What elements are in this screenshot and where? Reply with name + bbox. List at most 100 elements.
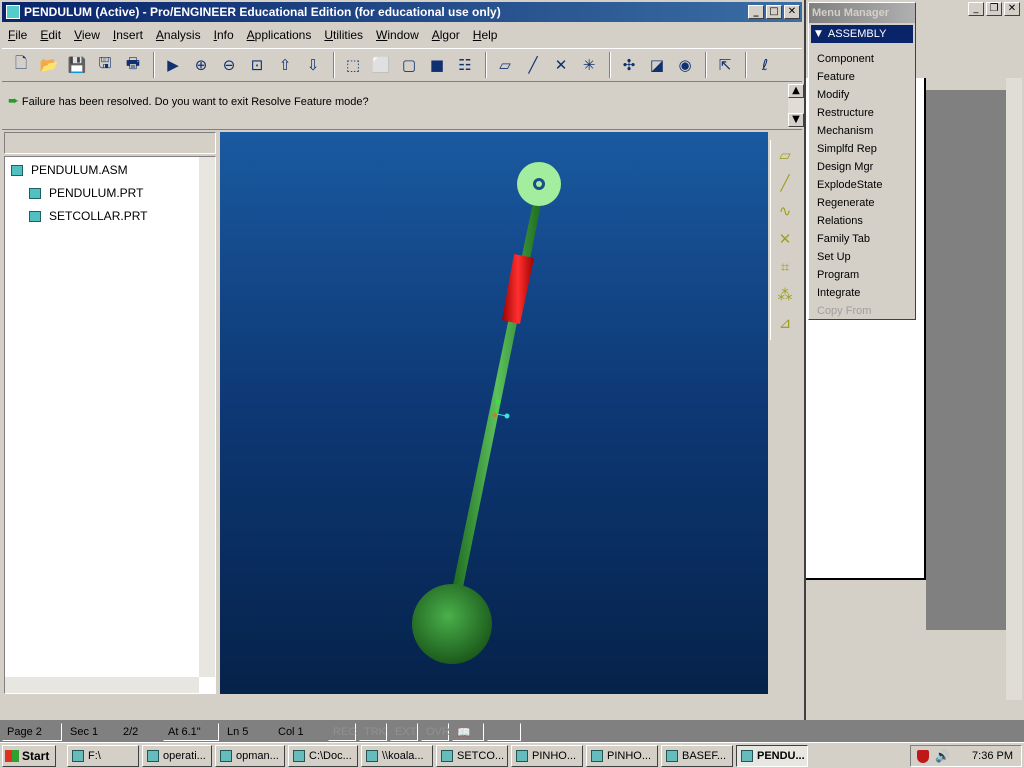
status-ovr[interactable]: OVR	[421, 723, 450, 741]
menu-manager-item-explodestate[interactable]: ExplodeState	[817, 176, 915, 194]
tree-item-pendulum-prt[interactable]: PENDULUM.PRT	[29, 186, 143, 200]
menu-manager-item-program[interactable]: Program	[817, 266, 915, 284]
main-toolbar: 🗋 📂 💾 🖫 🖶 ▶ ⊕ ⊖ ⊡ ⇧ ⇩ ⬚ ⬜ ▢ ■ ☷ ▱ ╱ ✕ ✳ ✣ ◪ ◉ ⇱ ℓ	[2, 48, 802, 82]
menu-view[interactable]: View	[74, 28, 100, 42]
set-collar[interactable]	[502, 254, 534, 324]
menu-file[interactable]: File	[8, 28, 27, 42]
menu-help[interactable]: Help	[473, 28, 498, 42]
menu-manager-item-mechanism[interactable]: Mechanism	[817, 122, 915, 140]
open-icon[interactable]: 📂	[36, 52, 62, 78]
taskbar-button[interactable]: \\koala...	[361, 744, 433, 767]
menu-manager-item-feature[interactable]: Feature	[817, 68, 915, 86]
no-hidden-icon[interactable]: ▢	[396, 52, 422, 78]
menu-manager-item-design-mgr[interactable]: Design Mgr	[817, 158, 915, 176]
menu-utilities[interactable]: Utilities	[324, 28, 363, 42]
pro-e-logo-icon[interactable]: ℓ	[752, 52, 778, 78]
menu-manager-item-component[interactable]: Component	[817, 50, 915, 68]
menu-manager-title[interactable]: Menu Manager	[809, 3, 915, 23]
menu-insert[interactable]: Insert	[113, 28, 143, 42]
zoom-in-icon[interactable]: ⊕	[188, 52, 214, 78]
speaker-icon[interactable]: 🔊	[935, 749, 950, 763]
taskbar-button[interactable]: PINHO...	[511, 744, 583, 767]
datum-point-icon[interactable]: ✕	[548, 52, 574, 78]
system-tray: 🔊 7:36 PM	[910, 745, 1022, 767]
status-rec[interactable]: REC	[328, 723, 356, 741]
pendulum-bob[interactable]	[412, 584, 492, 664]
maximize-button[interactable]: □	[766, 5, 782, 19]
save-copy-icon[interactable]: 🖫	[92, 52, 118, 78]
taskbar-button[interactable]: operati...	[142, 744, 212, 767]
menu-manager-item-set-up[interactable]: Set Up	[817, 248, 915, 266]
menu-manager-header[interactable]: ▼ ASSEMBLY	[811, 25, 913, 43]
start-button[interactable]: Start	[2, 744, 56, 767]
menu-manager-item-modify[interactable]: Modify	[817, 86, 915, 104]
background-horizontal-scrollbar[interactable]	[806, 702, 1006, 718]
menu-manager-item-restructure[interactable]: Restructure	[817, 104, 915, 122]
csys-icon[interactable]: ✳	[576, 52, 602, 78]
menu-manager-item-regenerate[interactable]: Regenerate	[817, 194, 915, 212]
datum-csys-icon[interactable]: ⊿	[772, 310, 798, 336]
menu-manager-item-relations[interactable]: Relations	[817, 212, 915, 230]
datum-point-icon[interactable]: ✕	[772, 226, 798, 252]
spin-center-icon[interactable]: ✣	[616, 52, 642, 78]
hidden-line-icon[interactable]: ⬜	[368, 52, 394, 78]
message-scrollbar[interactable]: ▲ ▼	[788, 84, 804, 128]
wireframe-icon[interactable]: ⬚	[340, 52, 366, 78]
menu-applications[interactable]: Applications	[247, 28, 312, 42]
datum-plane-icon[interactable]: ▱	[772, 142, 798, 168]
background-vertical-scrollbar[interactable]	[1006, 78, 1022, 700]
scroll-down-button[interactable]: ▼	[788, 113, 804, 127]
taskbar-button[interactable]: PENDU...	[736, 744, 808, 767]
menu-info[interactable]: Info	[214, 28, 234, 42]
datum-coord-icon[interactable]: ⌗	[772, 254, 798, 280]
minimize-button[interactable]: _	[748, 5, 764, 19]
model-tree-header	[4, 132, 216, 154]
datum-axis-icon[interactable]: ╱	[772, 170, 798, 196]
taskbar-button[interactable]: F:\	[67, 744, 139, 767]
taskbar-button[interactable]: SETCO...	[436, 744, 508, 767]
antivirus-shield-icon[interactable]	[917, 750, 929, 763]
saved-views-icon[interactable]: ⇩	[300, 52, 326, 78]
layer-icon[interactable]: ◪	[644, 52, 670, 78]
save-icon[interactable]: 💾	[64, 52, 90, 78]
spelling-book-icon[interactable]: 📖	[452, 723, 484, 741]
title-bar[interactable]: PENDULUM (Active) - Pro/ENGINEER Educati…	[2, 2, 802, 22]
menu-manager-item-integrate[interactable]: Integrate	[817, 284, 915, 302]
tree-item-pendulum-asm[interactable]: PENDULUM.ASM	[11, 163, 128, 177]
menu-manager-item-family-tab[interactable]: Family Tab	[817, 230, 915, 248]
repaint-icon[interactable]: ▶	[160, 52, 186, 78]
orient-icon[interactable]: ⇧	[272, 52, 298, 78]
datum-plane-icon[interactable]: ▱	[492, 52, 518, 78]
refit-icon[interactable]: ⊡	[244, 52, 270, 78]
shading-icon[interactable]: ■	[424, 52, 450, 78]
zoom-out-icon[interactable]: ⊖	[216, 52, 242, 78]
bg-close-button[interactable]: ✕	[1004, 2, 1020, 16]
graphics-viewport[interactable]	[220, 132, 768, 694]
model-display-icon[interactable]: ◉	[672, 52, 698, 78]
menu-window[interactable]: Window	[376, 28, 419, 42]
print-icon[interactable]: 🖶	[120, 52, 146, 78]
menu-manager-item-simplfd-rep[interactable]: Simplfd Rep	[817, 140, 915, 158]
bg-minimize-button[interactable]: _	[968, 2, 984, 16]
datum-axis-icon[interactable]: ╱	[520, 52, 546, 78]
model-tree-icon[interactable]: ☷	[452, 52, 478, 78]
datum-analysis-icon[interactable]: ⁂	[772, 282, 798, 308]
close-button[interactable]: ✕	[784, 5, 800, 19]
tree-vertical-scrollbar[interactable]	[199, 157, 215, 677]
bg-restore-button[interactable]: ❐	[986, 2, 1002, 16]
taskbar-button[interactable]: BASEF...	[661, 744, 733, 767]
tree-item-setcollar-prt[interactable]: SETCOLLAR.PRT	[29, 209, 147, 223]
new-icon[interactable]: 🗋	[8, 52, 34, 78]
datum-curve-icon[interactable]: ∿	[772, 198, 798, 224]
menu-algor[interactable]: Algor	[432, 28, 460, 42]
menu-analysis[interactable]: Analysis	[156, 28, 201, 42]
tree-horizontal-scrollbar[interactable]	[5, 677, 199, 693]
context-help-icon[interactable]: ⇱	[712, 52, 738, 78]
status-ext[interactable]: EXT	[390, 723, 418, 741]
scroll-up-button[interactable]: ▲	[788, 84, 804, 98]
menu-edit[interactable]: Edit	[40, 28, 61, 42]
taskbar-button[interactable]: PINHO...	[586, 744, 658, 767]
taskbar-button[interactable]: C:\Doc...	[288, 744, 358, 767]
taskbar-button[interactable]: opman...	[215, 744, 285, 767]
status-trk[interactable]: TRK	[359, 723, 387, 741]
